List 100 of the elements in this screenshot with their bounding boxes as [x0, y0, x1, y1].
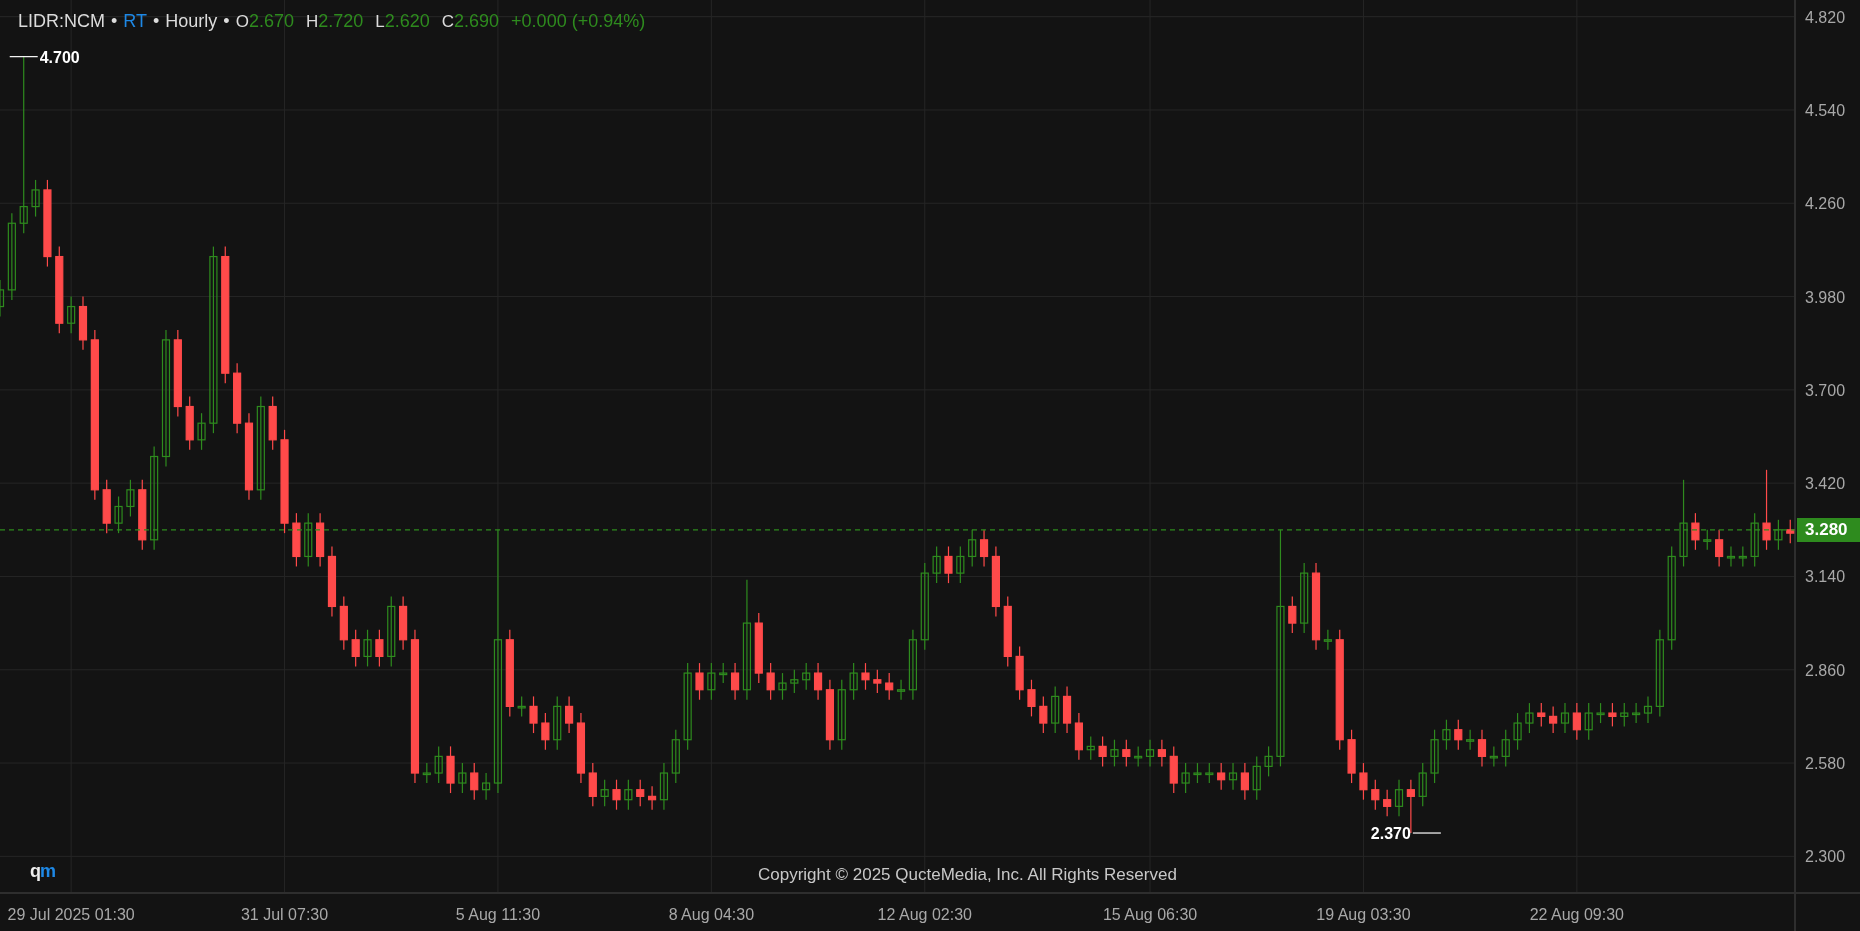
candlestick — [138, 479, 147, 551]
quote-label: O — [235, 12, 249, 32]
interval-label: Hourly — [165, 11, 218, 32]
candlestick — [837, 679, 846, 751]
candlestick — [885, 672, 894, 701]
candlestick — [529, 695, 538, 734]
candlestick — [1347, 729, 1356, 784]
candlestick — [849, 662, 858, 701]
separator: • — [111, 11, 118, 32]
candlestick — [1157, 739, 1166, 767]
candlestick — [730, 662, 740, 701]
candlestick — [78, 295, 88, 351]
price-axis-label: 2.860 — [1805, 661, 1846, 679]
candlestick — [1620, 702, 1629, 727]
feed-label: RT — [123, 11, 147, 32]
candlestick — [588, 762, 597, 807]
candlestick — [707, 662, 716, 701]
candlestick — [1632, 702, 1641, 724]
candlestick — [1205, 762, 1214, 784]
candlestick — [671, 729, 680, 784]
candlestick — [576, 712, 586, 784]
time-axis-label: 8 Aug 04:30 — [668, 906, 755, 923]
candlestick — [1584, 702, 1593, 741]
candlestick — [1454, 719, 1463, 751]
quote-label: L — [375, 12, 385, 32]
candlestick — [375, 629, 384, 667]
candlestick — [908, 629, 917, 701]
candlestick — [1549, 705, 1558, 734]
candlestick — [1786, 519, 1795, 544]
candlestick — [31, 179, 40, 218]
candlestick — [1062, 685, 1072, 734]
change-value: +0.000 (+0.94%) — [511, 11, 646, 32]
candlestick — [233, 362, 242, 434]
candlestick — [553, 695, 562, 751]
candlestick — [636, 779, 645, 807]
candlestick — [458, 762, 467, 794]
symbol: LIDR:NCM — [18, 11, 105, 32]
candlestick — [1466, 729, 1475, 751]
candlestick — [1169, 745, 1178, 794]
candlestick — [1537, 702, 1546, 727]
candlestick — [932, 545, 941, 584]
candlestick — [624, 779, 633, 811]
candlestick — [1608, 702, 1617, 727]
candlestick — [1501, 729, 1510, 767]
time-axis-label: 12 Aug 02:30 — [877, 906, 972, 923]
candlestick — [185, 395, 194, 451]
candlestick — [351, 629, 360, 667]
time-axis-label: 19 Aug 03:30 — [1316, 906, 1411, 923]
candlestick — [1240, 762, 1249, 801]
price-axis-label: 4.540 — [1805, 101, 1846, 119]
candlestick — [1774, 519, 1783, 551]
candlestick — [1572, 702, 1581, 741]
candlestick — [1394, 779, 1404, 817]
candlestick — [719, 662, 728, 684]
candlestick — [1643, 695, 1653, 724]
price-axis-label: 4.260 — [1805, 195, 1846, 213]
candlestick — [67, 295, 76, 334]
candlestick — [896, 679, 906, 701]
candlestick — [1359, 762, 1368, 801]
candlestick — [1596, 702, 1605, 724]
candlestick — [825, 679, 834, 751]
high-label: 4.700 — [39, 48, 80, 66]
candlestick — [517, 695, 526, 717]
quote-value: 2.720 — [318, 11, 364, 32]
candlestick — [1122, 739, 1131, 767]
candlestick — [1193, 762, 1202, 784]
candlestick — [1015, 645, 1024, 701]
candlestick — [1039, 695, 1048, 734]
time-axis-label: 15 Aug 06:30 — [1102, 906, 1198, 923]
candlestick — [339, 595, 348, 651]
candlestick — [600, 779, 609, 807]
candlestick — [1051, 685, 1060, 734]
candlestick — [1074, 712, 1083, 761]
candlestick — [1086, 735, 1095, 761]
price-axis-label: 3.140 — [1805, 568, 1846, 586]
candlestick — [1371, 779, 1380, 811]
candlestick — [956, 545, 965, 584]
candlestick — [813, 662, 823, 701]
candlestick — [1477, 729, 1487, 767]
candlestick — [304, 512, 313, 568]
candlestick — [102, 479, 111, 534]
candlestick — [1738, 545, 1747, 568]
copyright-text: Copyright © 2025 QucteMedia, Inc. All Rights Reserved — [758, 865, 1177, 885]
candlestick — [565, 695, 574, 734]
candlestick — [1027, 679, 1036, 717]
candlestick — [1383, 789, 1392, 817]
candlestick — [126, 479, 135, 518]
candlestick — [1703, 529, 1712, 551]
candlestick — [197, 412, 206, 451]
price-axis-label: 3.980 — [1805, 288, 1846, 306]
quote-value: 2.620 — [384, 11, 430, 32]
price-axis-label: 2.580 — [1805, 755, 1846, 773]
candlestick — [612, 779, 621, 811]
candlestick — [1110, 739, 1119, 767]
candlestick — [1288, 595, 1297, 634]
candlestick — [1513, 712, 1522, 751]
candlestick — [754, 612, 763, 684]
candlestick — [470, 762, 479, 801]
candlestick — [482, 772, 491, 801]
time-axis-label: 31 Jul 07:30 — [240, 906, 329, 923]
